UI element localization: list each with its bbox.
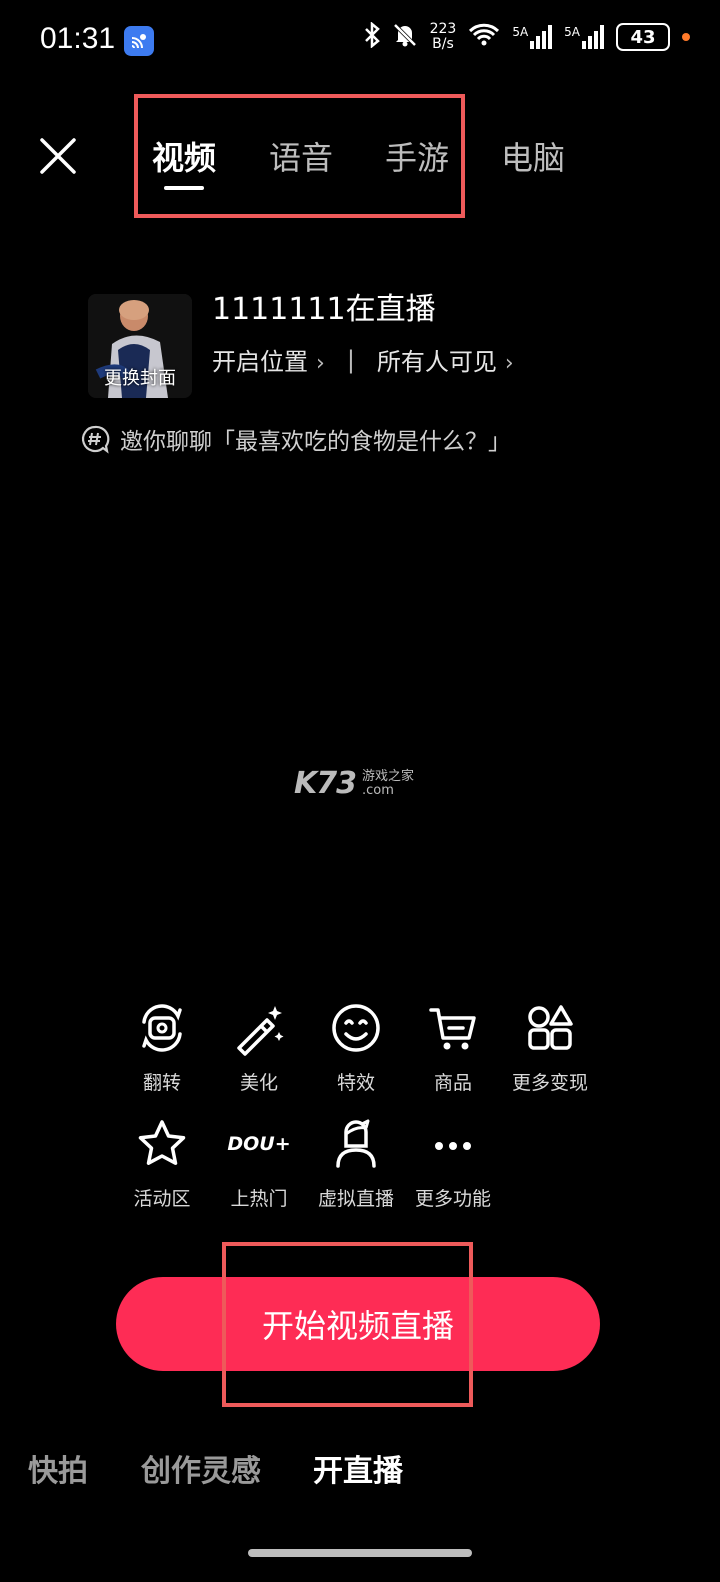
dou-plus-icon: DOU+ [227, 1116, 290, 1172]
net-speed-unit: B/s [432, 36, 454, 52]
mode-go-live[interactable]: 开直播 [313, 1446, 403, 1490]
wifi-icon [468, 22, 500, 52]
annotation-highlight-start [222, 1242, 473, 1407]
live-title[interactable]: 1111111在直播 [212, 284, 436, 328]
tool-effects[interactable]: 特效 [308, 1000, 404, 1095]
tool-virtual-live[interactable]: 虚拟直播 [308, 1116, 404, 1211]
flip-camera-icon [142, 1004, 182, 1052]
close-icon [40, 138, 76, 174]
tool-label: 商品 [433, 1072, 472, 1094]
topic-text: 邀你聊聊「最喜欢吃的食物是什么？」 [120, 429, 511, 455]
tool-label: 翻转 [142, 1072, 181, 1094]
tool-label: 上热门 [230, 1188, 288, 1210]
location-label: 开启位置 [212, 348, 308, 376]
annotation-highlight-tabs [134, 94, 465, 218]
network-speed: 223 B/s [430, 22, 457, 52]
net-speed-value: 223 [429, 21, 457, 37]
sim2-label: 5A [564, 25, 580, 39]
visibility-label: 所有人可见 [376, 348, 497, 376]
home-indicator[interactable] [248, 1549, 472, 1557]
tool-flip[interactable]: 翻转 [114, 1000, 210, 1095]
tool-more-functions[interactable]: 更多功能 [405, 1116, 501, 1211]
watermark-logo: K73 [294, 766, 357, 801]
mute-bell-icon [392, 22, 418, 52]
bluetooth-icon [364, 21, 380, 52]
status-bar: 01:31 223 B/s 5A 5A 43 [0, 0, 720, 80]
topic-suggestion[interactable]: 邀你聊聊「最喜欢吃的食物是什么？」 [80, 422, 511, 456]
tool-label: 特效 [336, 1072, 375, 1094]
mode-quick-shot[interactable]: 快拍 [28, 1446, 88, 1490]
battery-dot [682, 33, 690, 41]
more-dots-icon [435, 1142, 471, 1150]
tool-dou-plus[interactable]: DOU+ 上热门 [211, 1116, 307, 1211]
visibility-selector[interactable]: 所有人可见 › [377, 342, 514, 377]
tool-activity-zone[interactable]: 活动区 [114, 1116, 210, 1211]
battery-level: 43 [630, 26, 656, 48]
shopping-cart-icon [429, 1008, 476, 1050]
watermark-name: 游戏之家 [362, 768, 415, 784]
close-button[interactable] [38, 136, 78, 176]
magic-wand-icon [237, 1006, 284, 1056]
site-watermark: K73 游戏之家 .com [294, 766, 414, 801]
star-icon [138, 1120, 186, 1165]
signal-icon: 5A [512, 25, 553, 49]
cover-thumbnail[interactable]: 更换封面 [88, 294, 192, 398]
smiley-effects-icon [332, 1004, 380, 1052]
signal-icon: 5A [564, 25, 604, 49]
cast-icon [124, 26, 154, 56]
tool-label: 虚拟直播 [317, 1188, 394, 1210]
tool-beautify[interactable]: 美化 [211, 1000, 307, 1095]
tool-products[interactable]: 商品 [405, 1000, 501, 1095]
chevron-right-icon: › [316, 351, 325, 376]
chevron-right-icon: › [504, 351, 514, 376]
hashtag-bubble-icon [81, 425, 110, 454]
mode-inspiration[interactable]: 创作灵感 [141, 1446, 261, 1490]
location-toggle[interactable]: 开启位置 › [212, 342, 325, 377]
tool-label: 更多功能 [414, 1188, 491, 1210]
battery-icon: 43 [616, 23, 670, 51]
tab-pc[interactable]: 电脑 [501, 133, 565, 179]
dou-plus-text: DOU+ [227, 1133, 291, 1155]
tool-label: 活动区 [133, 1188, 191, 1210]
change-cover-label: 更换封面 [104, 368, 176, 389]
sim1-label: 5A [512, 25, 529, 39]
virtual-avatar-icon [336, 1119, 376, 1168]
tool-label: 美化 [239, 1072, 278, 1094]
tool-label: 更多变现 [511, 1072, 588, 1094]
more-monetize-icon [528, 1005, 573, 1050]
meta-row: 开启位置 › | 所有人可见 › [212, 342, 514, 377]
clock: 01:31 [40, 22, 116, 55]
tool-more-monetize[interactable]: 更多变现 [502, 1000, 598, 1095]
divider: | [346, 345, 355, 374]
watermark-domain: .com [362, 782, 394, 798]
